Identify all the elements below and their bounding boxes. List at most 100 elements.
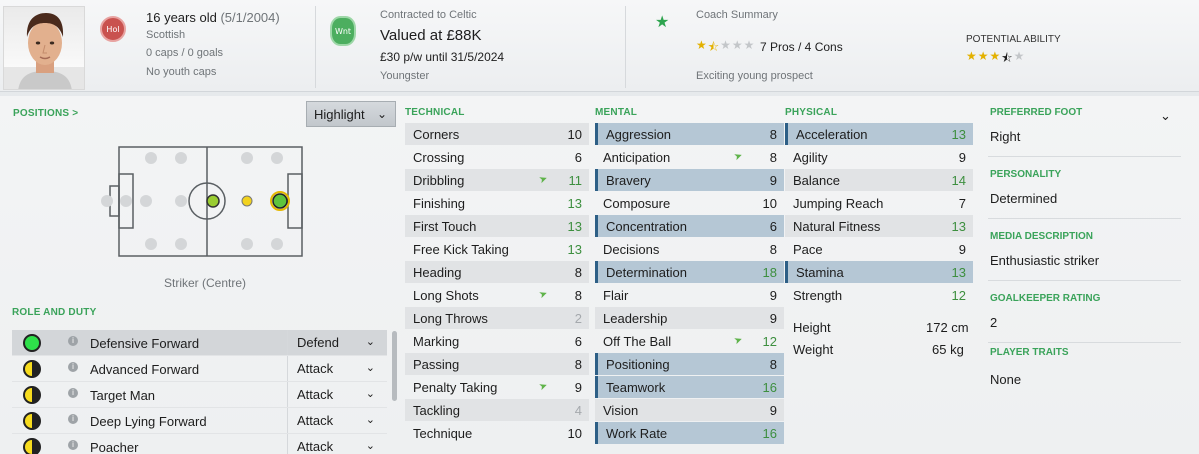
attribute-name: Dribbling <box>413 173 465 188</box>
info-icon[interactable]: i <box>68 336 78 346</box>
personality-label: PERSONALITY <box>990 169 1062 180</box>
attribute-row[interactable]: Natural Fitness 13 <box>785 215 973 237</box>
attribute-row[interactable]: Heading 8 <box>405 261 589 283</box>
attribute-row[interactable]: Technique 10 <box>405 422 589 444</box>
player-face-image <box>3 6 85 90</box>
coach-summary-label[interactable]: Coach Summary <box>696 9 778 21</box>
attribute-name: Technique <box>413 426 473 441</box>
attribute-row[interactable]: Concentration 6 <box>595 215 784 237</box>
technical-title: TECHNICAL <box>405 107 465 118</box>
attribute-row[interactable]: Off The Ball ➤ 12 <box>595 330 784 352</box>
attribute-value: 9 <box>769 173 777 188</box>
duty-dropdown[interactable]: Attack ⌄ <box>287 382 387 407</box>
attribute-row[interactable]: Flair 9 <box>595 284 784 306</box>
attribute-row[interactable]: Crossing 6 <box>405 146 589 168</box>
duty-dropdown[interactable]: Attack ⌄ <box>287 434 387 454</box>
attribute-name: Marking <box>413 334 460 349</box>
attribute-row[interactable]: Long Shots ➤ 8 <box>405 284 589 306</box>
progress-arrow-icon: ➤ <box>732 334 745 348</box>
attribute-name: Tackling <box>413 403 460 418</box>
duty-value: Attack <box>297 361 334 376</box>
attribute-row[interactable]: Vision 9 <box>595 399 784 421</box>
status-badge[interactable]: Wnt <box>330 16 356 46</box>
info-icon[interactable]: i <box>68 414 78 424</box>
attribute-row[interactable]: Anticipation ➤ 8 <box>595 146 784 168</box>
media-description-value: Enthusiastic striker <box>990 253 1100 268</box>
info-icon[interactable]: i <box>68 362 78 372</box>
nation-badge[interactable]: Hol <box>100 16 126 42</box>
divider <box>988 156 1181 157</box>
info-icon[interactable]: i <box>68 440 78 450</box>
duty-dropdown[interactable]: Attack ⌄ <box>287 408 387 433</box>
attribute-row[interactable]: Teamwork 16 <box>595 376 784 398</box>
role-row[interactable]: i Defensive Forward Defend ⌄ <box>12 330 387 356</box>
attribute-row[interactable]: Leadership 9 <box>595 307 784 329</box>
role-row[interactable]: i Poacher Attack ⌄ <box>12 434 387 454</box>
roles-scrollbar[interactable] <box>392 331 397 401</box>
attribute-value: 18 <box>762 265 777 280</box>
progress-arrow-icon: ➤ <box>537 288 550 302</box>
attribute-row[interactable]: Tackling 4 <box>405 399 589 421</box>
date-of-birth: (5/1/2004) <box>220 10 280 25</box>
attribute-name: Vision <box>603 403 639 418</box>
star-empty-icon: ★ <box>720 38 731 52</box>
attribute-value: 6 <box>769 219 777 234</box>
attribute-row[interactable]: Work Rate 16 <box>595 422 784 444</box>
attribute-row[interactable]: Bravery 9 <box>595 169 784 191</box>
chevron-down-icon[interactable]: ⌄ <box>1160 108 1171 124</box>
progress-arrow-icon: ➤ <box>732 150 745 164</box>
attribute-row[interactable]: Corners 10 <box>405 123 589 145</box>
attribute-row[interactable]: Marking 6 <box>405 330 589 352</box>
highlight-dropdown[interactable]: Highlight ⌄ <box>306 101 396 127</box>
squad-status: Youngster <box>380 70 430 82</box>
chevron-down-icon: ⌄ <box>365 388 375 400</box>
attribute-value: 8 <box>769 127 777 142</box>
attribute-value: 10 <box>567 127 582 142</box>
attribute-row[interactable]: Determination 18 <box>595 261 784 283</box>
role-name: Deep Lying Forward <box>90 414 207 429</box>
star-full-icon: ★ <box>977 49 989 63</box>
attribute-row[interactable]: Jumping Reach 7 <box>785 192 973 214</box>
info-icon[interactable]: i <box>68 388 78 398</box>
attribute-row[interactable]: Passing 8 <box>405 353 589 375</box>
role-row[interactable]: i Advanced Forward Attack ⌄ <box>12 356 387 382</box>
attribute-row[interactable]: Decisions 8 <box>595 238 784 260</box>
attribute-row[interactable]: Stamina 13 <box>785 261 973 283</box>
role-row[interactable]: i Deep Lying Forward Attack ⌄ <box>12 408 387 434</box>
chevron-down-icon: ⌄ <box>376 107 387 121</box>
positions-link[interactable]: POSITIONS > <box>13 108 78 119</box>
duty-dropdown[interactable]: Defend ⌄ <box>287 330 387 355</box>
attribute-row[interactable]: Free Kick Taking 13 <box>405 238 589 260</box>
attribute-row[interactable]: Balance 14 <box>785 169 973 191</box>
contract-club[interactable]: Contracted to Celtic <box>380 9 477 21</box>
attribute-row[interactable]: Agility 9 <box>785 146 973 168</box>
role-name: Defensive Forward <box>90 336 200 351</box>
goalkeeper-rating-label: GOALKEEPER RATING <box>990 293 1101 304</box>
duty-value: Attack <box>297 387 334 402</box>
star-full-icon: ★ <box>966 49 977 63</box>
attribute-value: 7 <box>958 196 966 211</box>
attribute-row[interactable]: Long Throws 2 <box>405 307 589 329</box>
attribute-name: Crossing <box>413 150 465 165</box>
attribute-name: Penalty Taking <box>413 380 498 395</box>
attribute-value: 9 <box>958 150 966 165</box>
attribute-row[interactable]: Strength 12 <box>785 284 973 306</box>
attribute-row[interactable]: Composure 10 <box>595 192 784 214</box>
weight-value: 65 kg <box>932 342 964 357</box>
attribute-row[interactable]: Finishing 13 <box>405 192 589 214</box>
attribute-row[interactable]: Penalty Taking ➤ 9 <box>405 376 589 398</box>
star-half-icon: ⯪ <box>1001 51 1013 65</box>
mental-title: MENTAL <box>595 107 638 118</box>
attribute-row[interactable]: Positioning 8 <box>595 353 784 375</box>
attribute-row[interactable]: Aggression 8 <box>595 123 784 145</box>
attribute-row[interactable]: Dribbling ➤ 11 <box>405 169 589 191</box>
player-traits-value: None <box>990 372 1022 387</box>
attribute-row[interactable]: Acceleration 13 <box>785 123 973 145</box>
preferred-foot-value: Right <box>990 129 1021 144</box>
preferred-foot-label: PREFERRED FOOT <box>990 107 1083 118</box>
role-row[interactable]: i Target Man Attack ⌄ <box>12 382 387 408</box>
attribute-row[interactable]: First Touch 13 <box>405 215 589 237</box>
attribute-row[interactable]: Pace 9 <box>785 238 973 260</box>
attribute-value: 9 <box>769 403 777 418</box>
duty-dropdown[interactable]: Attack ⌄ <box>287 356 387 381</box>
